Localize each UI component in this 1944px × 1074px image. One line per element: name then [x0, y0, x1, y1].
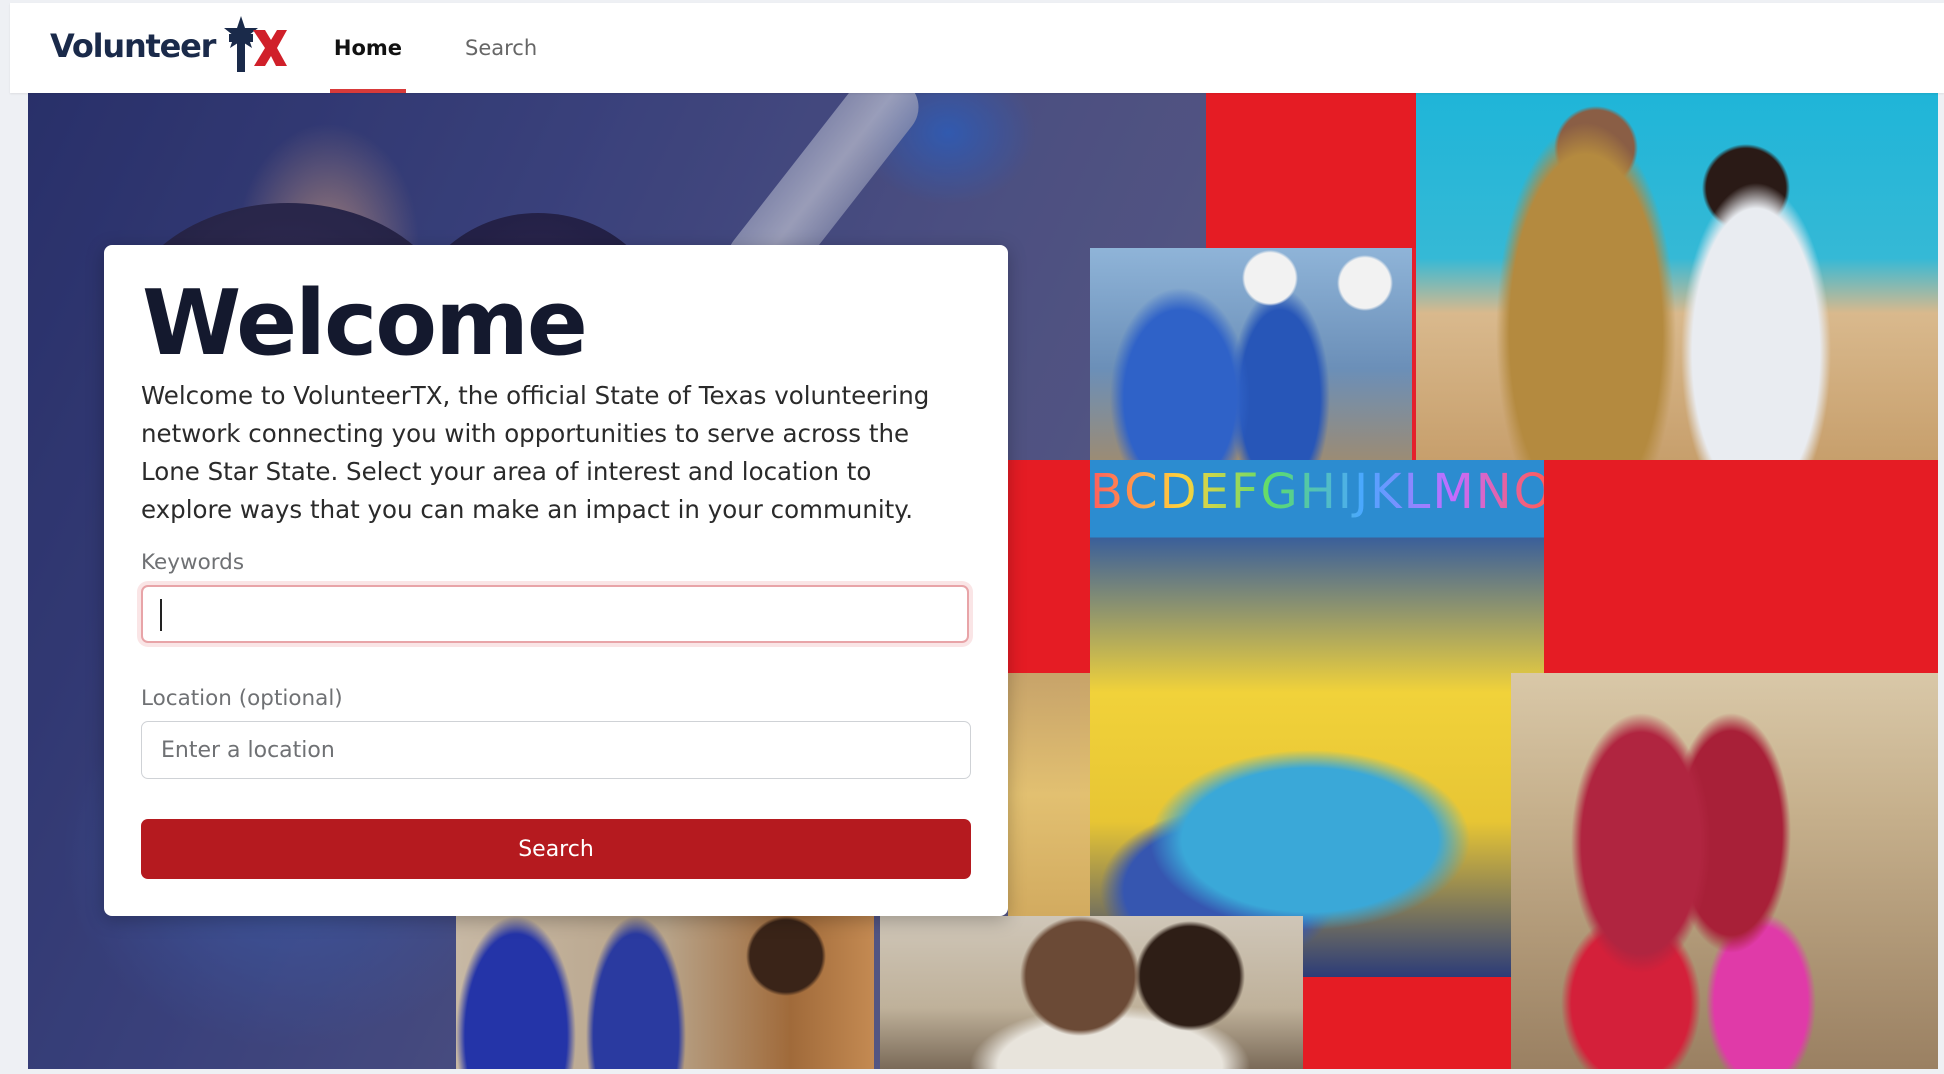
collage-red-block	[1206, 93, 1416, 248]
nav-search-link[interactable]: Search	[465, 3, 537, 93]
welcome-intro-text: Welcome to VolunteerTX, the official Sta…	[141, 381, 930, 524]
page-title: Welcome	[142, 271, 588, 376]
text-cursor	[160, 599, 162, 631]
nav-home-link[interactable]: Home	[324, 3, 412, 93]
keywords-input[interactable]	[141, 585, 969, 643]
photo-mentor-reading	[880, 916, 1303, 1069]
photo-family-aprons	[1511, 673, 1938, 1069]
search-button[interactable]: Search	[141, 819, 971, 879]
photo-senior-volunteers	[456, 916, 874, 1069]
top-navbar: Volunteer TX Home Search	[10, 3, 1944, 93]
welcome-search-card: Welcome Welcome to VolunteerTX, the offi…	[104, 245, 1008, 916]
keywords-label: Keywords	[141, 550, 245, 575]
volunteertx-logo[interactable]: Volunteer TX	[50, 13, 289, 79]
location-input[interactable]	[141, 721, 971, 779]
photo-school-supply-volunteers: BCDEFGHIJKLMNOP	[1090, 460, 1544, 977]
texas-star-logo-icon: TX	[224, 16, 288, 72]
collage-red-block	[1008, 460, 1090, 673]
collage-red-block	[1544, 460, 1938, 673]
location-label: Location (optional)	[141, 686, 343, 711]
collage-red-block	[1303, 977, 1511, 1069]
classroom-alphabet-banner: BCDEFGHIJKLMNOP	[1090, 464, 1544, 520]
logo-wordmark: Volunteer	[50, 27, 216, 65]
photo-shop-owner-reading	[1416, 93, 1938, 460]
